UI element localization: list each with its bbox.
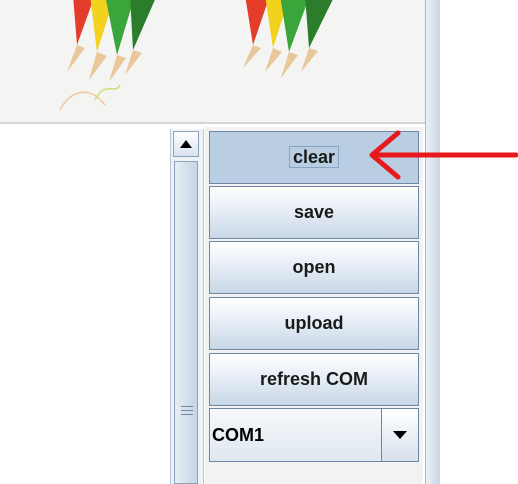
save-button[interactable]: save <box>209 186 419 239</box>
window-edge-strip <box>425 0 440 484</box>
refresh-com-button[interactable]: refresh COM <box>209 353 419 406</box>
upload-button-label: upload <box>284 313 344 333</box>
refresh-com-button-label: refresh COM <box>259 369 369 389</box>
grip-line <box>181 406 193 407</box>
chevron-down-icon[interactable] <box>381 409 418 461</box>
open-button[interactable]: open <box>209 241 419 294</box>
clear-button-label: clear <box>288 146 340 168</box>
banner-image <box>0 0 426 122</box>
scroll-up-arrow-icon[interactable] <box>173 131 199 157</box>
vertical-scrollbar[interactable] <box>170 129 204 484</box>
red-arrow-icon <box>369 130 518 180</box>
grip-line <box>181 414 193 415</box>
upload-button[interactable]: upload <box>209 297 419 350</box>
grip-line <box>181 410 193 411</box>
open-button-label: open <box>292 257 336 277</box>
output-text-area[interactable] <box>0 129 170 484</box>
pencils-illustration <box>59 0 333 111</box>
scroll-thumb[interactable] <box>174 161 198 484</box>
com-port-value: COM1 <box>212 425 265 445</box>
save-button-label: save <box>293 202 335 222</box>
com-port-select[interactable]: COM1 <box>209 408 419 462</box>
banner-divider <box>0 122 425 124</box>
